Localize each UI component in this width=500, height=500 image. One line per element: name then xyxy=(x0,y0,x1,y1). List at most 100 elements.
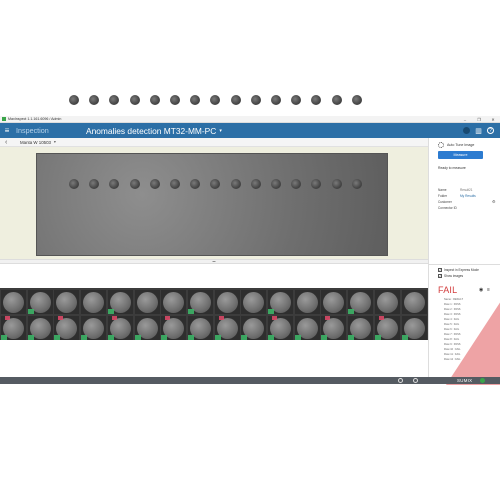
app-logo-icon xyxy=(2,117,6,121)
thumbnail[interactable] xyxy=(374,290,400,314)
thumbnail[interactable] xyxy=(241,316,267,340)
app-header: ≡ Inspection Anomalies detection MT32-MM… xyxy=(0,123,500,138)
folder-link[interactable]: My Results xyxy=(460,194,476,198)
indent-mark xyxy=(149,179,160,189)
thumbnail[interactable] xyxy=(268,316,293,340)
thumbnail[interactable] xyxy=(107,316,133,340)
thumbnail[interactable] xyxy=(161,316,187,340)
indent-mark xyxy=(170,95,180,105)
thumbnail[interactable] xyxy=(214,316,240,340)
thumbnail[interactable] xyxy=(187,316,213,340)
thumbnail[interactable] xyxy=(1,316,26,340)
indent-mark xyxy=(69,179,79,189)
indent-mark xyxy=(210,179,221,189)
splitter-handle[interactable]: ▬ xyxy=(0,259,428,264)
library-icon[interactable]: ▥ xyxy=(475,127,482,135)
measure-button[interactable]: Measure xyxy=(438,151,483,159)
thumbnail[interactable] xyxy=(27,316,53,340)
camera-bar: ‹ Manta W 10503 ▾ xyxy=(0,138,428,147)
chevron-down-icon[interactable]: ▾ xyxy=(219,128,222,134)
show-images-checkbox[interactable]: ✓ Show images xyxy=(438,274,463,278)
name-input[interactable]: Result21 xyxy=(460,188,473,192)
checkbox-icon: ✓ xyxy=(438,268,442,272)
thumbnail[interactable] xyxy=(241,290,267,314)
checkbox-icon: ✓ xyxy=(438,274,442,278)
measure-panel: Auto Tune Image Measure Ready to measure… xyxy=(428,138,500,385)
settings-icon[interactable] xyxy=(398,378,403,383)
chevron-down-icon[interactable]: ▾ xyxy=(54,140,56,144)
brand-name: SUMIX xyxy=(457,378,473,383)
thumbnail[interactable] xyxy=(348,290,374,314)
close-button[interactable]: ✕ xyxy=(486,116,500,123)
indent-mark xyxy=(351,179,362,189)
list-icon[interactable]: ≡ xyxy=(487,287,490,293)
indent-mark xyxy=(311,179,322,189)
result-panel: ✓ Inspect in Express Mode ✓ Show images … xyxy=(429,264,500,385)
title-bar: MaxInspect 1.1.161.6096 / Admin – ❐ ✕ xyxy=(0,116,500,123)
indent-mark xyxy=(109,179,120,189)
thumbnail[interactable] xyxy=(294,290,320,314)
indent-mark xyxy=(331,179,342,189)
thumbnail[interactable] xyxy=(187,290,213,314)
auto-tune-control[interactable]: Auto Tune Image xyxy=(438,142,474,148)
thumbnail[interactable] xyxy=(348,316,374,340)
indent-mark xyxy=(311,95,322,105)
camera-selector[interactable]: Manta W 10503 xyxy=(20,140,51,145)
thumbnail[interactable] xyxy=(54,316,80,340)
thumbnail[interactable] xyxy=(401,290,427,314)
eye-icon[interactable]: ◉ xyxy=(479,287,483,293)
indent-mark xyxy=(351,95,362,105)
thumbnail[interactable] xyxy=(107,290,133,314)
brand-badge-icon xyxy=(480,378,485,383)
indent-mark xyxy=(190,179,201,189)
indent-mark xyxy=(170,179,180,189)
indent-mark xyxy=(190,95,201,105)
thumbnail[interactable] xyxy=(134,290,160,314)
indent-mark xyxy=(109,95,120,105)
maximize-button[interactable]: ❐ xyxy=(472,116,486,123)
thumbnail[interactable] xyxy=(1,290,26,314)
user-icon[interactable] xyxy=(463,127,470,134)
result-status: FAIL xyxy=(438,285,458,295)
page-title[interactable]: Anomalies detection MT32-MM-PC xyxy=(86,126,216,136)
section-title: Inspection xyxy=(16,126,49,135)
back-icon[interactable]: ‹ xyxy=(5,139,13,146)
indent-mark xyxy=(129,179,140,189)
thumbnail[interactable] xyxy=(294,316,320,340)
thumbnail[interactable] xyxy=(161,290,187,314)
indent-mark xyxy=(250,179,261,189)
thumbnail[interactable] xyxy=(81,290,107,314)
thumbnail[interactable] xyxy=(374,316,400,340)
express-mode-checkbox[interactable]: ✓ Inspect in Express Mode xyxy=(438,268,479,272)
thumbnail[interactable] xyxy=(401,316,427,340)
gear-icon[interactable]: ⚙ xyxy=(492,199,496,204)
indent-mark xyxy=(69,95,79,105)
thumbnail[interactable] xyxy=(268,290,293,314)
record-icon[interactable] xyxy=(413,378,418,383)
thumbnail[interactable] xyxy=(27,290,53,314)
indent-mark xyxy=(331,95,342,105)
field-connector-id: Connector ID xyxy=(438,206,457,210)
indent-mark xyxy=(230,179,241,189)
indent-mark xyxy=(149,95,160,105)
specimen-image xyxy=(36,95,388,256)
help-icon[interactable]: ? xyxy=(487,127,494,134)
minimize-button[interactable]: – xyxy=(458,116,472,123)
indent-mark xyxy=(250,95,261,105)
thumbnail[interactable] xyxy=(214,290,240,314)
flaw-list: Name : RESULT Flaw 1 : PASS Flaw 2 : PASS F… xyxy=(444,298,474,363)
window-controls: – ❐ ✕ xyxy=(458,116,500,123)
indent-mark xyxy=(210,95,221,105)
status-text: Ready to measure xyxy=(438,166,466,170)
indent-mark xyxy=(291,179,302,189)
thumbnail[interactable] xyxy=(81,316,107,340)
thumbnail[interactable] xyxy=(321,316,347,340)
thumbnail[interactable] xyxy=(134,316,160,340)
thumbnail[interactable] xyxy=(54,290,80,314)
indent-mark xyxy=(230,95,241,105)
window-title: MaxInspect 1.1.161.6096 / Admin xyxy=(8,117,62,121)
hamburger-menu-icon[interactable]: ≡ xyxy=(0,123,14,138)
thumbnail[interactable] xyxy=(321,290,347,314)
status-bar: SUMIX xyxy=(0,377,500,384)
indent-mark xyxy=(291,95,302,105)
